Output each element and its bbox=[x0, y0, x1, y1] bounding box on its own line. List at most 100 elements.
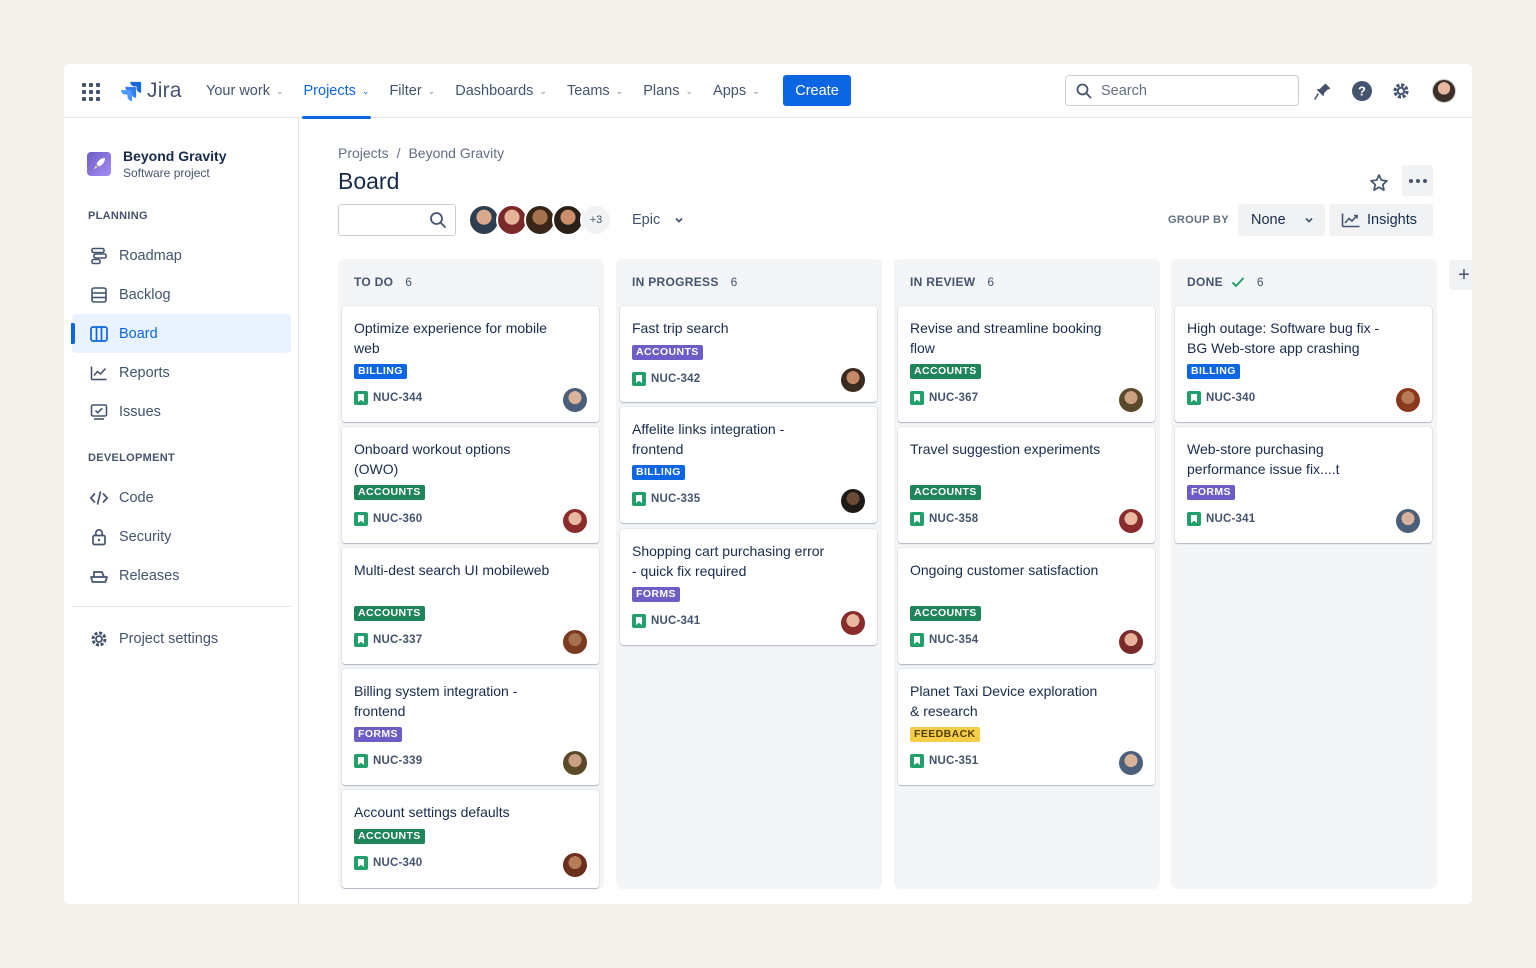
issue-key-text: NUC-367 bbox=[929, 392, 979, 404]
star-icon[interactable] bbox=[1364, 168, 1394, 198]
assignee-avatar[interactable] bbox=[841, 489, 865, 513]
assignee-avatar[interactable] bbox=[1119, 751, 1143, 775]
epic-tag: FEEDBACK bbox=[910, 727, 980, 742]
issue-card[interactable]: Onboard workout options (OWO) ACCOUNTS N… bbox=[342, 427, 599, 543]
sidebar-item-security[interactable]: Security bbox=[72, 517, 291, 556]
assignee-avatar[interactable] bbox=[563, 853, 587, 877]
settings-icon[interactable] bbox=[1389, 79, 1413, 103]
issue-key-text: NUC-341 bbox=[1206, 513, 1256, 525]
nav-filter[interactable]: Filter ⌄ bbox=[379, 64, 445, 118]
more-dot-icon bbox=[1408, 178, 1413, 183]
planning-section-label: PLANNING bbox=[88, 210, 148, 222]
assignee-avatar[interactable] bbox=[1396, 509, 1420, 533]
card-title: Optimize experience for mobile web bbox=[354, 320, 547, 356]
sidebar-item-releases[interactable]: Releases bbox=[72, 556, 291, 595]
issue-card[interactable]: Fast trip search ACCOUNTS NUC-342 bbox=[620, 306, 877, 402]
issue-card[interactable]: Revise and streamline booking flow ACCOU… bbox=[898, 306, 1155, 422]
group-by-select[interactable]: None bbox=[1238, 204, 1325, 236]
assignee-avatar[interactable] bbox=[563, 509, 587, 533]
ship-icon bbox=[90, 570, 108, 583]
app-switcher-icon[interactable] bbox=[82, 83, 100, 101]
nav-your-work[interactable]: Your work ⌄ bbox=[196, 64, 294, 118]
sidebar-item-code[interactable]: Code bbox=[72, 478, 291, 517]
issue-card[interactable]: Ongoing customer satisfaction ACCOUNTS N… bbox=[898, 548, 1155, 664]
assignee-avatar[interactable] bbox=[1119, 630, 1143, 654]
nav-dashboards-label: Dashboards bbox=[455, 83, 534, 99]
board-column-todo: TO DO 6 Optimize experience for mobile w… bbox=[338, 259, 604, 889]
assignee-avatar[interactable] bbox=[563, 751, 587, 775]
profile-avatar[interactable] bbox=[1432, 79, 1456, 103]
board-search-input[interactable] bbox=[345, 210, 425, 230]
epic-filter-button[interactable]: Epic bbox=[622, 205, 694, 235]
card-title: Revise and streamline booking flow bbox=[910, 320, 1102, 356]
lock-icon bbox=[92, 528, 106, 545]
more-options-button[interactable] bbox=[1402, 165, 1433, 196]
assignee-avatar[interactable] bbox=[841, 611, 865, 635]
issue-card[interactable]: Shopping cart purchasing error - quick f… bbox=[620, 529, 877, 645]
breadcrumb-projects[interactable]: Projects bbox=[338, 145, 389, 161]
issue-card[interactable]: Account settings defaults ACCOUNTS NUC-3… bbox=[342, 790, 599, 888]
sidebar-item-board[interactable]: Board bbox=[71, 314, 291, 353]
issue-card[interactable]: Billing system integration - frontend FO… bbox=[342, 669, 599, 785]
nav-projects[interactable]: Projects ⌄ bbox=[294, 64, 380, 119]
notification-icon[interactable] bbox=[1311, 79, 1335, 103]
epic-tag: BILLING bbox=[354, 364, 407, 379]
card-title: Multi-dest search UI mobileweb bbox=[354, 562, 550, 578]
sidebar-item-backlog[interactable]: Backlog bbox=[72, 275, 291, 314]
issue-card[interactable]: Affelite links integration - frontend BI… bbox=[620, 407, 877, 523]
card-title: Billing system integration - frontend bbox=[354, 683, 518, 719]
issue-card[interactable]: Multi-dest search UI mobileweb ACCOUNTS … bbox=[342, 548, 599, 664]
assignee-avatar[interactable] bbox=[1119, 388, 1143, 412]
board-search[interactable] bbox=[338, 204, 456, 236]
issue-card[interactable]: Planet Taxi Device exploration & researc… bbox=[898, 669, 1155, 785]
sidebar-item-issues[interactable]: Issues bbox=[72, 392, 291, 431]
create-button[interactable]: Create bbox=[783, 75, 851, 106]
column-count: 6 bbox=[405, 275, 413, 289]
issue-card[interactable]: Travel suggestion experiments ACCOUNTS N… bbox=[898, 427, 1155, 543]
jira-logo[interactable]: Jira bbox=[121, 79, 182, 103]
more-dot-icon bbox=[1422, 178, 1427, 183]
search-input[interactable] bbox=[1101, 82, 1281, 99]
issue-key-text: NUC-337 bbox=[373, 634, 423, 646]
sidebar-item-reports[interactable]: Reports bbox=[72, 353, 291, 392]
nav-dashboards[interactable]: Dashboards ⌄ bbox=[445, 64, 557, 118]
assignee-avatar[interactable] bbox=[563, 388, 587, 412]
add-column-button[interactable]: + bbox=[1449, 260, 1472, 290]
search-icon bbox=[430, 212, 446, 228]
issue-key-text: NUC-354 bbox=[929, 634, 979, 646]
breadcrumb-separator: / bbox=[396, 145, 401, 161]
column-title: IN PROGRESS bbox=[632, 275, 719, 289]
sidebar-item-label: Releases bbox=[119, 567, 180, 584]
backlog-icon bbox=[91, 286, 107, 303]
card-title: Fast trip search bbox=[632, 320, 729, 336]
epic-tag: ACCOUNTS bbox=[632, 345, 703, 360]
issue-card[interactable]: Optimize experience for mobile web BILLI… bbox=[342, 306, 599, 422]
sidebar-item-project-settings[interactable]: Project settings bbox=[72, 619, 291, 658]
issue-card[interactable]: Web-store purchasing performance issue f… bbox=[1175, 427, 1432, 543]
issue-key: NUC-344 bbox=[354, 391, 422, 405]
issue-key-text: NUC-339 bbox=[373, 755, 423, 767]
assignee-avatar[interactable] bbox=[1119, 509, 1143, 533]
epic-tag: ACCOUNTS bbox=[354, 606, 425, 621]
jira-app-window: Jira Your work ⌄ Projects ⌄ Filter ⌄ Dashbo… bbox=[64, 64, 1472, 904]
insights-button[interactable]: Insights bbox=[1329, 204, 1433, 236]
breadcrumb-project[interactable]: Beyond Gravity bbox=[408, 145, 504, 161]
assignee-avatar[interactable] bbox=[841, 368, 865, 392]
help-icon[interactable]: ? bbox=[1350, 79, 1374, 103]
board-column-in-progress: IN PROGRESS 6 Fast trip search ACCOUNTS … bbox=[616, 259, 882, 889]
nav-apps[interactable]: Apps ⌄ bbox=[703, 64, 770, 118]
sidebar-item-roadmap[interactable]: Roadmap bbox=[72, 236, 291, 275]
more-avatars-button[interactable]: +3 bbox=[580, 204, 612, 236]
project-header[interactable]: Beyond Gravity Software project bbox=[87, 148, 226, 180]
issue-key: NUC-337 bbox=[354, 633, 422, 647]
assignee-avatar[interactable] bbox=[1396, 388, 1420, 412]
assignee-avatar[interactable] bbox=[563, 630, 587, 654]
global-search[interactable] bbox=[1065, 75, 1299, 106]
issue-card[interactable]: High outage: Software bug fix - BG Web-s… bbox=[1175, 306, 1432, 422]
insights-chart-icon bbox=[1341, 213, 1360, 228]
issue-key-text: NUC-341 bbox=[651, 615, 701, 627]
issue-key-text: NUC-342 bbox=[651, 373, 701, 385]
nav-plans[interactable]: Plans ⌄ bbox=[633, 64, 703, 118]
nav-teams[interactable]: Teams ⌄ bbox=[557, 64, 633, 118]
svg-text:?: ? bbox=[1358, 84, 1366, 99]
